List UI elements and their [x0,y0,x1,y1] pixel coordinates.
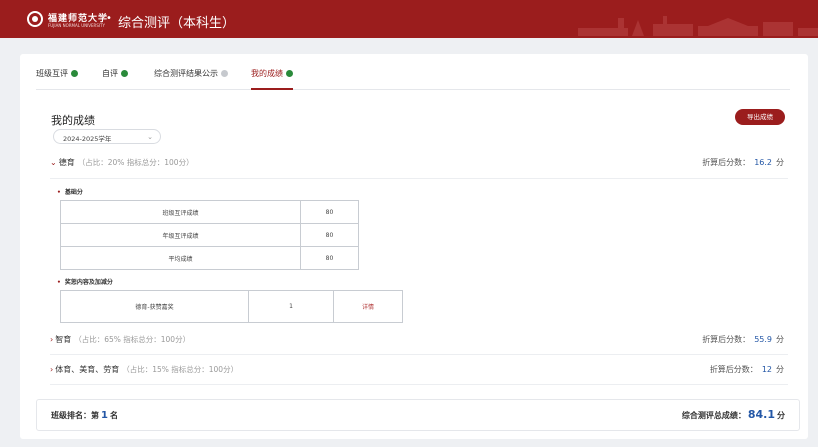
score-label: 折算后分数： [709,365,758,374]
academic-year-value: 2024-2025学年 [63,135,112,143]
tab-label: 自评 [102,69,118,78]
academic-year-select[interactable]: 2024-2025学年 ⌄ [53,129,161,144]
base-score-label: 基础分 [57,187,83,196]
tab-label: 综合测评结果公示 [154,69,218,78]
table-cell: 年级互评成绩 [60,223,301,247]
total-score: 综合测评总成绩： 84.1 分 [682,408,785,421]
table-row: 年级互评成绩 80 [60,223,359,247]
score-label: 折算后分数： [702,335,751,344]
score-value: 12 [761,365,772,374]
category-note: （占比：15% 指标总分：100分） [122,365,239,374]
total-value: 84.1 [747,408,775,421]
rank-suffix: 名 [109,411,118,420]
total-label: 综合测评总成绩： [681,411,746,420]
status-pending-icon [221,70,228,77]
category-name: 德育 [58,158,75,167]
status-done-icon [71,70,78,77]
score-unit: 分 [776,365,784,374]
score-unit: 分 [776,335,784,344]
export-scores-button[interactable]: 导出成绩 [735,109,785,125]
category-name: 智育 [55,335,72,344]
rank-value: 1 [101,410,108,421]
tab-label: 我的成绩 [251,69,283,78]
category-moral-header[interactable]: ⌄ 德育 （占比：20% 指标总分：100分） 折算后分数： 16.2 分 [50,157,788,179]
category-name: 体育、美育、劳育 [55,365,120,374]
status-done-icon [286,70,293,77]
bonus-table: 德育-获赞嘉奖 1 详情 [60,290,403,323]
app-header: 福建师范大学 FUJIAN NORMAL UNIVERSITY • 综合测评（本… [0,0,818,38]
details-link[interactable]: 详情 [333,290,403,323]
total-unit: 分 [777,411,785,420]
table-cell: 80 [300,246,359,270]
university-logo-subtext: FUJIAN NORMAL UNIVERSITY [48,23,105,28]
score-value: 16.2 [754,158,772,167]
table-cell: 德育-获赞嘉奖 [60,290,249,323]
class-rank: 班级排名：第 1 名 [51,410,118,421]
score-label: 折算后分数： [702,158,751,167]
divider [50,178,788,179]
converted-score: 折算后分数： 16.2 分 [702,157,784,168]
table-cell: 1 [248,290,334,323]
score-summary: 班级排名：第 1 名 综合测评总成绩： 84.1 分 [36,399,800,431]
status-done-icon [121,70,128,77]
category-pe-arts-labor-header[interactable]: › 体育、美育、劳育 （占比：15% 指标总分：100分） 折算后分数： 12 分 [50,364,788,386]
rank-prefix: 班级排名：第 [51,411,99,420]
category-note: （占比：20% 指标总分：100分） [77,158,194,167]
university-seal-icon [27,11,43,27]
table-cell: 平均成绩 [60,246,301,270]
score-unit: 分 [776,158,784,167]
table-cell: 80 [300,200,359,224]
table-row: 德育-获赞嘉奖 1 详情 [60,290,403,323]
tab-class-peer-review[interactable]: 班级互评 [36,68,78,90]
tab-self-review[interactable]: 自评 [102,68,128,90]
chevron-right-icon: › [50,365,54,374]
category-note: （占比：65% 指标总分：100分） [74,335,191,344]
table-row: 平均成绩 80 [60,246,359,270]
bonus-label: 奖惩内容及加减分 [57,277,113,286]
content-card: 班级互评 自评 综合测评结果公示 我的成绩 我的成绩 2024-2025学年 ⌄… [20,54,808,439]
converted-score: 折算后分数： 55.9 分 [702,334,784,345]
converted-score: 折算后分数： 12 分 [710,364,784,375]
base-score-table: 班级互评成绩 80 年级互评成绩 80 平均成绩 80 [60,200,359,270]
tab-bar: 班级互评 自评 综合测评结果公示 我的成绩 [36,68,790,90]
score-value: 55.9 [754,335,772,344]
table-cell: 班级互评成绩 [60,200,301,224]
chevron-right-icon: › [50,335,54,344]
table-row: 班级互评成绩 80 [60,200,359,224]
chevron-down-icon: ⌄ [50,158,57,167]
tab-label: 班级互评 [36,69,68,78]
campus-skyline-icon [578,16,818,36]
tab-my-scores[interactable]: 我的成绩 [251,68,293,90]
section-title: 我的成绩 [51,114,95,127]
chevron-down-icon: ⌄ [147,133,153,141]
tab-results-publicity[interactable]: 综合测评结果公示 [154,68,228,90]
divider [50,384,788,385]
header-separator: • [106,13,112,24]
page-title: 综合测评（本科生） [118,16,236,31]
divider [50,354,788,355]
category-intellectual-header[interactable]: › 智育 （占比：65% 指标总分：100分） 折算后分数： 55.9 分 [50,334,788,356]
table-cell: 80 [300,223,359,247]
